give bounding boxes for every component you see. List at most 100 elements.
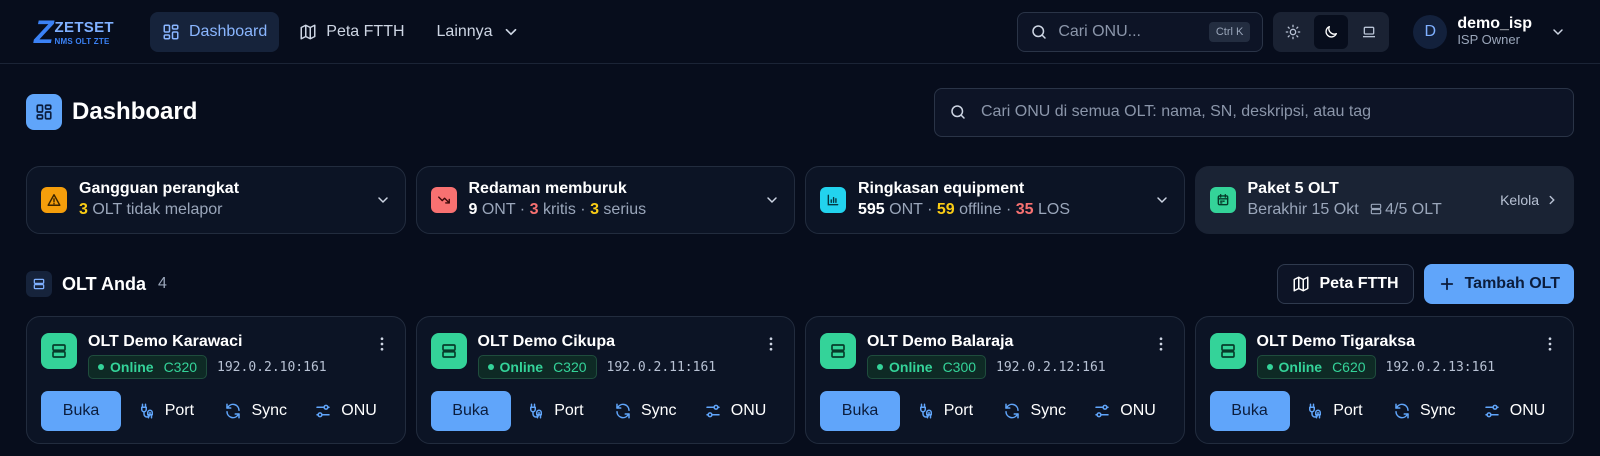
refresh-icon [1005,403,1020,419]
equipment-summary-card[interactable]: Ringkasan equipment 595 ONT · 59 offline… [805,166,1185,234]
nav-item-lainnya[interactable]: Lainnya [425,12,532,52]
nav-item-label: Dashboard [189,22,268,40]
button-label: Sync [1419,402,1456,420]
manage-plan-link[interactable]: Kelola [1500,192,1559,208]
ont-count: 9 [468,201,478,218]
main-nav: Dashboard Peta FTTH Lainnya [150,11,532,52]
manage-label: Kelola [1500,192,1539,208]
open-olt-button[interactable]: Buka [1209,391,1290,432]
search-icon [1032,24,1047,39]
olt-list: OLT Demo Karawaci Online C320 192.0.2.10… [26,316,1574,444]
card-title: Gangguan perangkat [79,180,240,198]
button-label: Sync [640,402,677,420]
onu-button[interactable]: ONU [690,402,780,420]
plan-expiry: Berakhir 15 Okt [1247,201,1359,218]
cable-icon [1309,403,1322,419]
sun-icon [1285,24,1301,39]
sync-button[interactable]: Sync [990,402,1080,420]
server-icon [41,333,77,369]
olt-card: OLT Demo Cikupa Online C320 192.0.2.11:1… [415,316,795,444]
global-onu-search-input[interactable]: Cari ONU di semua OLT: nama, SN, deskrip… [934,87,1574,137]
status-dot [877,364,883,371]
brand-mark: Z [34,13,54,50]
olt-name: OLT Demo Cikupa [477,333,616,350]
theme-dark-button[interactable] [1314,14,1349,49]
status-text: Online [499,359,544,376]
olt-name: OLT Demo Tigaraksa [1256,333,1416,350]
avatar: D [1413,14,1448,49]
plan-usage: 4/5 OLT [1385,201,1442,218]
user-role: ISP Owner [1457,32,1520,48]
map-icon [1293,276,1309,292]
olt-model: C320 [163,359,198,376]
server-icon [1370,203,1382,215]
button-label: Sync [1030,402,1067,420]
los-count: 35 [1015,201,1034,218]
separator: · [1005,201,1012,218]
more-vertical-icon[interactable] [1541,335,1559,353]
open-olt-button[interactable]: Buka [41,391,121,432]
ftth-map-button[interactable]: Peta FTTH [1277,264,1414,304]
offline-count: 59 [936,201,955,218]
onu-button[interactable]: ONU [301,402,391,420]
offline-label: offline [959,201,1002,218]
status-dot [1266,364,1273,371]
plus-icon [1440,277,1453,291]
card-title: Ringkasan equipment [858,180,1025,198]
onu-button[interactable]: ONU [1080,402,1170,420]
port-button[interactable]: Port [121,402,211,420]
port-button[interactable]: Port [511,402,601,420]
critical-count: 3 [529,201,539,218]
sliders-icon [316,404,331,418]
sync-button[interactable]: Sync [211,402,301,420]
theme-system-button[interactable] [1352,15,1386,49]
cable-icon [140,403,153,419]
user-menu[interactable]: D demo_isp ISP Owner [1413,14,1566,49]
brand-subtitle: NMS OLT ZTE [54,36,110,46]
attenuation-card[interactable]: Redaman memburuk 9 ONT · 3 kritis · 3 se… [415,166,795,234]
button-label: Port [554,402,584,420]
moon-icon [1325,25,1338,38]
separator: · [580,201,586,218]
theme-light-button[interactable] [1276,15,1310,49]
port-button[interactable]: Port [900,402,990,420]
sliders-icon [706,404,720,418]
map-icon [300,24,316,39]
dashboard-page: Dashboard Cari ONU di semua OLT: nama, S… [0,64,1600,444]
separator: · [927,201,933,218]
more-vertical-icon[interactable] [373,335,391,353]
sync-button[interactable]: Sync [600,402,690,420]
nav-item-peta-ftth[interactable]: Peta FTTH [287,12,416,52]
open-olt-button[interactable]: Buka [820,391,900,432]
brand-logo[interactable]: Z ZETSET NMS OLT ZTE [34,16,150,48]
status-dot [487,364,494,371]
button-label: ONU [1120,402,1156,420]
port-button[interactable]: Port [1290,402,1380,420]
button-label: Port [1333,402,1363,420]
dashboard-icon [163,24,179,39]
nav-item-dashboard[interactable]: Dashboard [150,11,280,52]
olt-address: 192.0.2.11:161 [606,359,717,375]
onu-search-input[interactable]: Cari ONU... Ctrl K [1017,11,1264,52]
chevron-right-icon [1549,195,1555,205]
open-olt-button[interactable]: Buka [430,391,511,432]
cable-icon [530,403,543,419]
status-badge: Online C620 [1256,355,1376,380]
more-vertical-icon[interactable] [1152,335,1170,353]
section-title: OLT Anda [62,273,146,294]
olt-model: C300 [942,359,977,376]
olt-name: OLT Demo Balaraja [867,333,1014,350]
ont-label: ONT [889,201,923,218]
chevron-down-icon [1156,197,1167,204]
serious-count: 3 [590,201,599,218]
sync-button[interactable]: Sync [1379,402,1469,420]
device-fault-card[interactable]: Gangguan perangkat 3 OLT tidak melapor [26,166,406,234]
olt-name: OLT Demo Karawaci [88,333,243,350]
add-olt-button[interactable]: Tambah OLT [1423,264,1574,304]
user-name: demo_isp [1457,14,1532,32]
more-vertical-icon[interactable] [762,335,780,353]
status-text: Online [1278,359,1323,376]
button-label: ONU [1509,402,1546,420]
onu-button[interactable]: ONU [1469,402,1559,420]
chevron-down-icon [1553,28,1563,35]
